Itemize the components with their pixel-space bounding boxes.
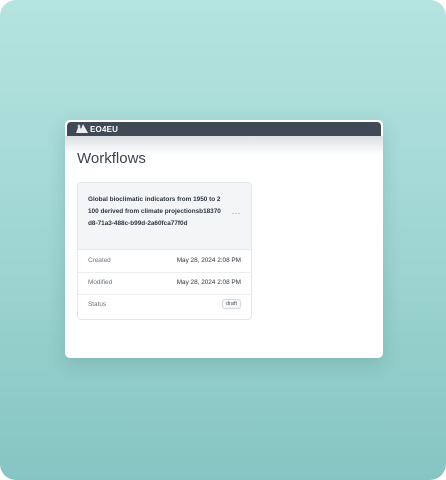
workflow-card[interactable]: Global bioclimatic indicators from 1950 … (77, 182, 252, 320)
workflow-card-header: Global bioclimatic indicators from 1950 … (78, 183, 251, 250)
logo-mark-icon (76, 124, 88, 133)
workflow-title[interactable]: Global bioclimatic indicators from 1950 … (88, 194, 224, 230)
page-title: Workflows (77, 150, 146, 167)
meta-row-modified: Modified May 28, 2024 2:08 PM (78, 272, 251, 295)
modified-label: Modified (88, 279, 113, 286)
meta-row-status: Status draft (78, 294, 251, 316)
status-label: Status (88, 301, 107, 308)
meta-row-created: Created May 28, 2024 2:08 PM (78, 250, 251, 273)
top-navbar: EO4EU (67, 122, 381, 136)
modified-value: May 28, 2024 2:08 PM (176, 279, 241, 286)
backdrop: EO4EU Workflows Global bioclimatic indic… (0, 0, 446, 480)
more-options-icon[interactable]: ··· (230, 209, 242, 219)
logo-text: EO4EU (90, 124, 119, 134)
app-window: EO4EU Workflows Global bioclimatic indic… (65, 120, 383, 358)
created-value: May 28, 2024 2:08 PM (176, 257, 241, 264)
app-logo[interactable]: EO4EU (75, 123, 118, 135)
created-label: Created (88, 257, 111, 264)
status-badge: draft (221, 299, 241, 309)
